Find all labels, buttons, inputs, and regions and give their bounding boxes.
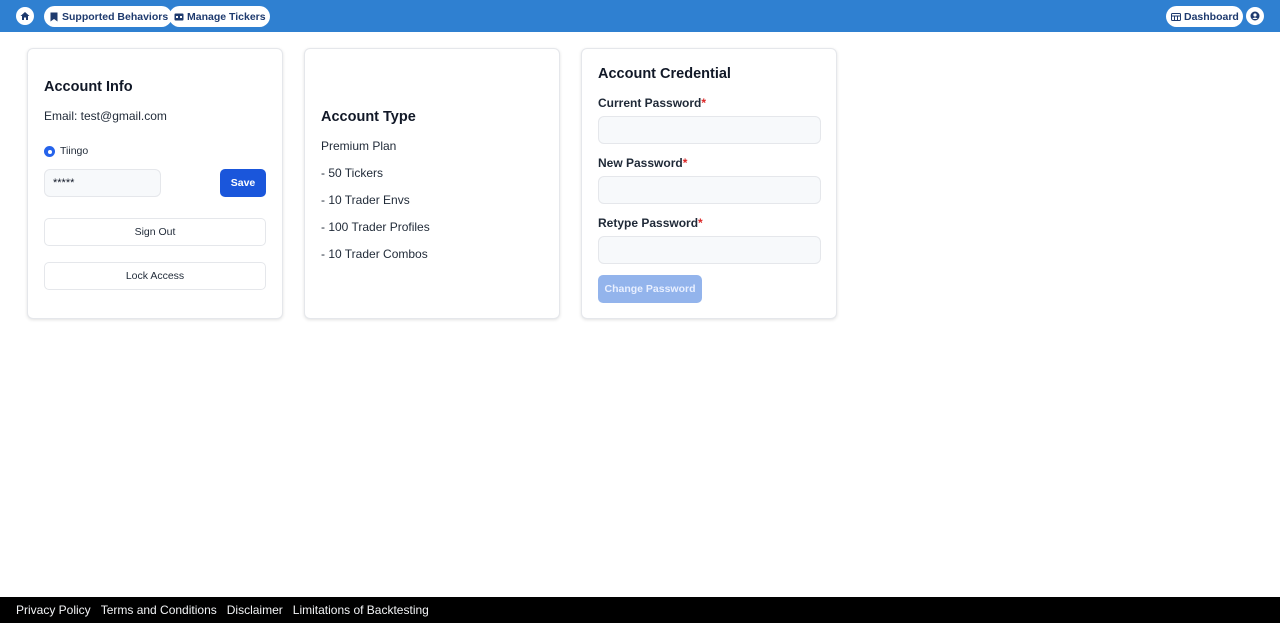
api-key-input[interactable] [44, 169, 161, 197]
dashboard-button[interactable]: Dashboard [1166, 6, 1243, 27]
manage-tickers-label: Manage Tickers [187, 10, 266, 23]
provider-label: Tiingo [60, 145, 89, 157]
current-password-input[interactable] [598, 116, 821, 144]
provider-radio[interactable] [44, 146, 55, 157]
account-credential-title: Account Credential [598, 66, 731, 82]
current-password-label: Current Password* [598, 96, 706, 110]
plan-feature: - 10 Trader Envs [321, 193, 410, 207]
new-password-input[interactable] [598, 176, 821, 204]
account-button[interactable] [1246, 7, 1264, 25]
new-password-label: New Password* [598, 156, 687, 170]
current-password-label-text: Current Password [598, 96, 702, 110]
limitations-of-backtesting-link[interactable]: Limitations of Backtesting [293, 603, 429, 617]
plan-feature: - 50 Tickers [321, 166, 384, 180]
account-credential-card: Account Credential Current Password* New… [581, 48, 837, 319]
dashboard-label: Dashboard [1184, 10, 1239, 23]
retype-password-label-text: Retype Password [598, 216, 699, 230]
account-email: Email: test@gmail.com [44, 109, 167, 123]
plan-feature: - 100 Trader Profiles [321, 220, 430, 234]
supported-behaviors-label: Supported Behaviors [62, 10, 169, 23]
new-password-label-text: New Password [598, 156, 683, 170]
plan-feature: - 10 Trader Combos [321, 247, 428, 261]
account-info-card: Account Info Email: test@gmail.com Tiing… [27, 48, 283, 319]
ticket-icon [174, 12, 184, 22]
terms-and-conditions-link[interactable]: Terms and Conditions [101, 603, 217, 617]
user-circle-icon [1250, 11, 1260, 21]
lock-access-button[interactable]: Lock Access [44, 262, 266, 290]
home-icon [20, 12, 30, 20]
home-button[interactable] [16, 7, 34, 25]
account-type-card: Account Type Premium Plan - 50 Tickers -… [304, 48, 560, 319]
sign-out-button[interactable]: Sign Out [44, 218, 266, 246]
retype-password-input[interactable] [598, 236, 821, 264]
privacy-policy-link[interactable]: Privacy Policy [16, 603, 91, 617]
supported-behaviors-button[interactable]: Supported Behaviors [44, 6, 173, 27]
bookmark-icon [49, 12, 59, 22]
top-nav-bar: Supported Behaviors Manage Tickers Dashb… [0, 0, 1280, 32]
account-info-title: Account Info [44, 79, 133, 95]
save-button[interactable]: Save [220, 169, 266, 197]
change-password-button[interactable]: Change Password [598, 275, 702, 303]
retype-password-label: Retype Password* [598, 216, 703, 230]
table-icon [1171, 12, 1181, 22]
plan-name: Premium Plan [321, 139, 397, 153]
account-type-title: Account Type [321, 109, 416, 125]
required-marker: * [698, 216, 703, 230]
footer: Privacy Policy Terms and Conditions Disc… [0, 597, 1280, 623]
required-marker: * [682, 156, 688, 170]
disclaimer-link[interactable]: Disclaimer [227, 603, 283, 617]
required-marker: * [701, 96, 707, 110]
manage-tickers-button[interactable]: Manage Tickers [169, 6, 270, 27]
